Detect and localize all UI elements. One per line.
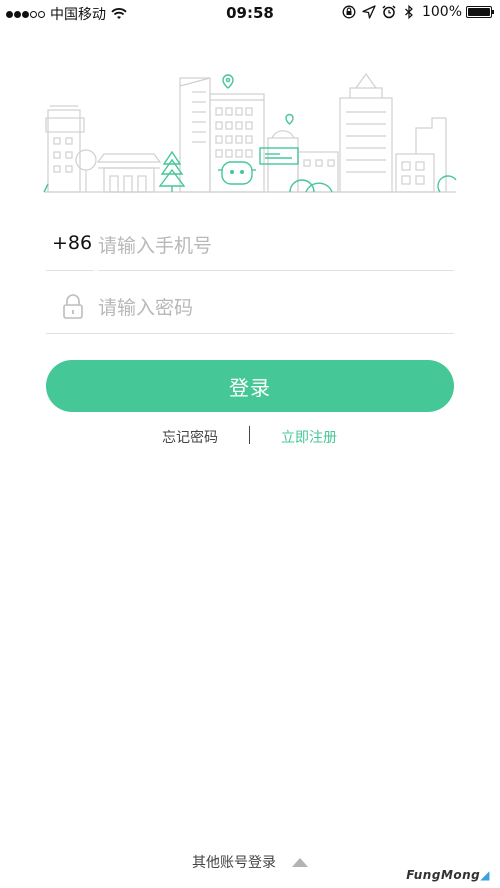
country-code-underline [46,270,94,271]
battery-percent: 100% [421,4,462,20]
password-underline [46,333,454,334]
location-arrow-icon [362,5,376,19]
register-link[interactable]: 立即注册 [281,427,337,447]
rotation-lock-icon [342,5,356,19]
links-row: 忘记密码 立即注册 [0,426,500,448]
password-row [46,286,454,336]
battery-icon [466,6,494,18]
forgot-password-link[interactable]: 忘记密码 [162,427,218,447]
city-skyline-illustration [43,72,457,193]
status-right: 100% [336,4,494,20]
phone-number-input[interactable] [98,226,454,266]
country-code-selector[interactable]: +86 [52,232,92,254]
link-divider [249,426,250,444]
bluetooth-icon [405,5,413,19]
status-bar: 中国移动 09:58 100% [0,0,500,26]
expand-up-icon[interactable] [292,857,308,867]
phone-underline [98,270,454,271]
watermark-logo: FungMong◢ [406,868,490,882]
password-input[interactable] [98,288,454,328]
lock-icon [63,294,83,319]
login-button[interactable]: 登录 [46,360,454,412]
other-accounts-label: 其他账号登录 [192,855,276,871]
phone-row: +86 [46,222,454,272]
alarm-clock-icon [382,5,396,19]
